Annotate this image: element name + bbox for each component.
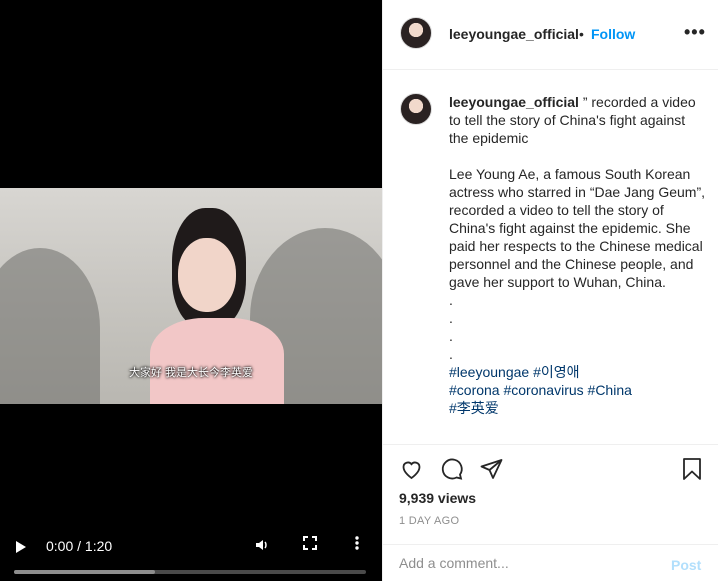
caption-dot: . (449, 310, 453, 326)
separator-dot: • (579, 26, 584, 42)
comment-bar: Post (383, 544, 718, 581)
video-controls: 0:00 / 1:20 (0, 521, 382, 581)
video-frame[interactable]: 大家好 我是大长今李英爱 (0, 188, 382, 404)
more-options-icon[interactable]: ••• (684, 22, 706, 43)
hashtag-link[interactable]: #leeyoungae (449, 364, 529, 380)
hashtag-link[interactable]: #China (588, 382, 632, 398)
fullscreen-icon[interactable] (302, 535, 318, 556)
follow-button[interactable]: Follow (591, 26, 635, 42)
hashtag-link[interactable]: #corona (449, 382, 500, 398)
avatar[interactable] (400, 93, 432, 125)
hashtag-link[interactable]: #이영애 (533, 364, 579, 380)
post-comment-button[interactable]: Post (671, 557, 701, 573)
more-vertical-icon[interactable] (354, 535, 360, 556)
username-link[interactable]: leeyoungae_official (449, 26, 579, 42)
progress-bar[interactable] (14, 570, 366, 574)
comment-icon[interactable] (439, 457, 464, 484)
bookmark-icon[interactable] (680, 457, 704, 484)
video-subtitle: 大家好 我是大长今李英爱 (128, 367, 254, 379)
send-icon[interactable] (479, 457, 504, 484)
heart-icon[interactable] (399, 457, 424, 484)
post-header: leeyoungae_official • Follow ••• (383, 0, 718, 70)
post-sidebar: leeyoungae_official • Follow ••• leeyoun… (382, 0, 718, 581)
caption-area: leeyoungae_official ” recorded a video t… (383, 71, 718, 443)
progress-buffered (14, 570, 155, 574)
play-icon[interactable] (16, 541, 26, 553)
view-count[interactable]: 9,939 views (399, 490, 476, 506)
caption-text: leeyoungae_official ” recorded a video t… (449, 93, 707, 417)
avatar[interactable] (400, 17, 432, 49)
post-actions: 9,939 views 1 DAY AGO (383, 444, 718, 544)
volume-icon[interactable] (254, 537, 270, 557)
hashtag-link[interactable]: #李英爱 (449, 400, 499, 416)
post-timestamp[interactable]: 1 DAY AGO (399, 515, 459, 527)
caption-dot: . (449, 328, 453, 344)
video-player[interactable]: 大家好 我是大长今李英爱 0:00 / 1:20 (0, 0, 382, 581)
caption-dot: . (449, 346, 453, 362)
hashtag-link[interactable]: #coronavirus (503, 382, 583, 398)
caption-dot: . (449, 292, 453, 308)
time-display: 0:00 / 1:20 (46, 538, 113, 554)
caption-username[interactable]: leeyoungae_official (449, 94, 579, 110)
caption-body: Lee Young Ae, a famous South Korean actr… (449, 166, 705, 290)
comment-input[interactable] (399, 555, 649, 571)
background-mountain (0, 248, 100, 404)
